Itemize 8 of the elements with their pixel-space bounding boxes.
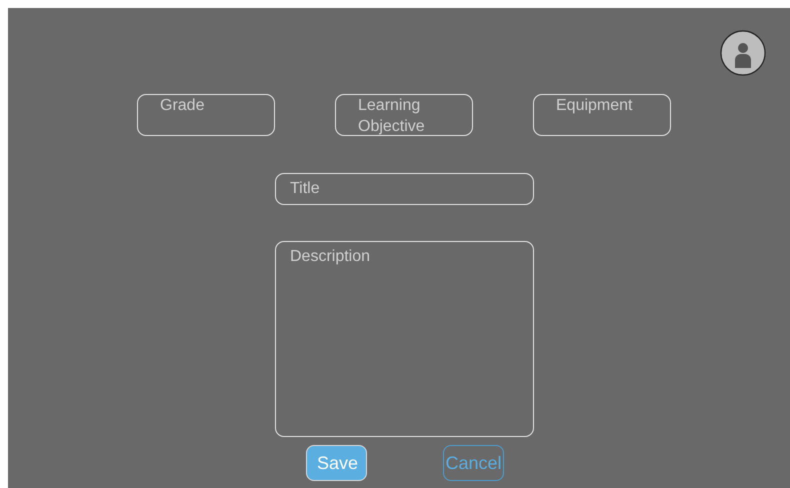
filter-field[interactable]: Learning Objective [335,94,473,136]
cancel-button[interactable]: Cancel [443,445,504,481]
avatar-icon[interactable] [720,30,766,76]
title-field[interactable]: Title [275,173,534,205]
filter-field[interactable]: Equipment [533,94,671,136]
filter-field[interactable]: Grade [137,94,275,136]
save-button[interactable]: Save [306,445,367,481]
description-field[interactable]: Description [275,241,534,437]
